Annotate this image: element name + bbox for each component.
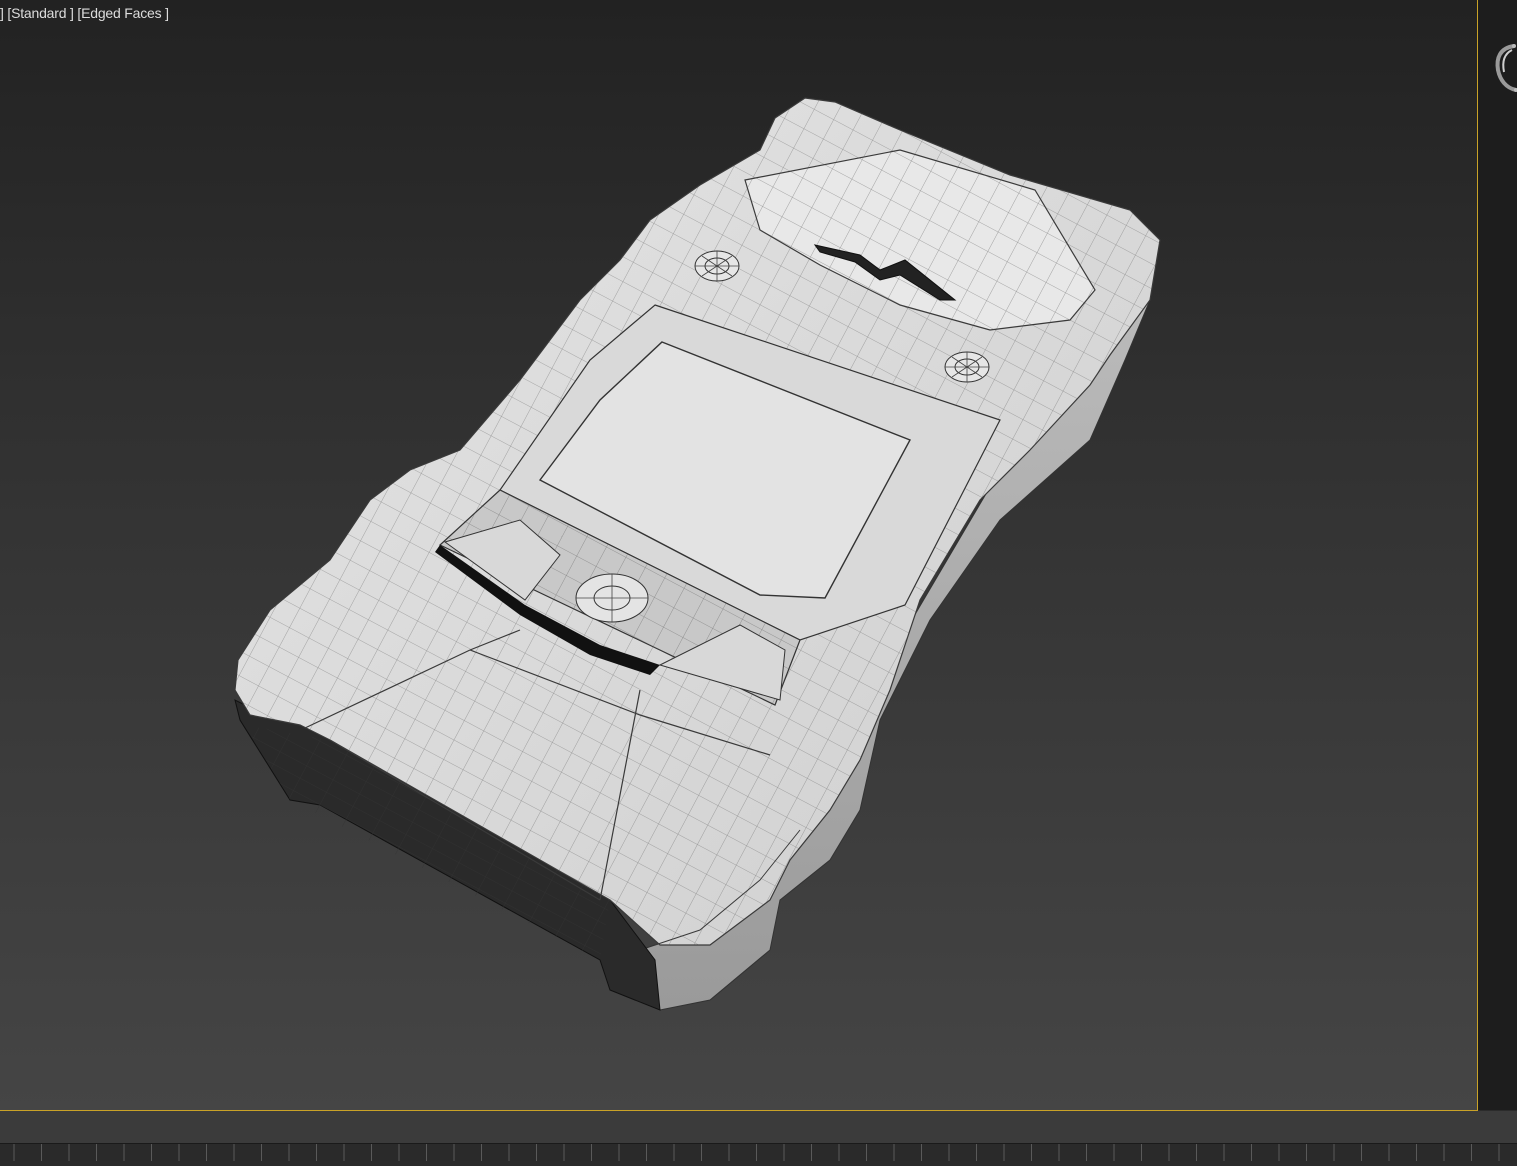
timeline-bar[interactable] [0,1111,1517,1161]
right-panel-strip [1478,0,1517,1110]
track-bar[interactable] [0,1143,1517,1161]
mesh-button-center [575,573,649,623]
viewcube-icon[interactable] [1492,40,1517,96]
track-bar-ticks [13,1144,1500,1161]
mesh-model[interactable] [0,0,1477,1110]
perspective-viewport[interactable]: ] [Standard ] [Edged Faces ] [0,0,1478,1111]
mesh-screw-left [694,250,740,282]
mesh-screw-right [944,351,990,383]
